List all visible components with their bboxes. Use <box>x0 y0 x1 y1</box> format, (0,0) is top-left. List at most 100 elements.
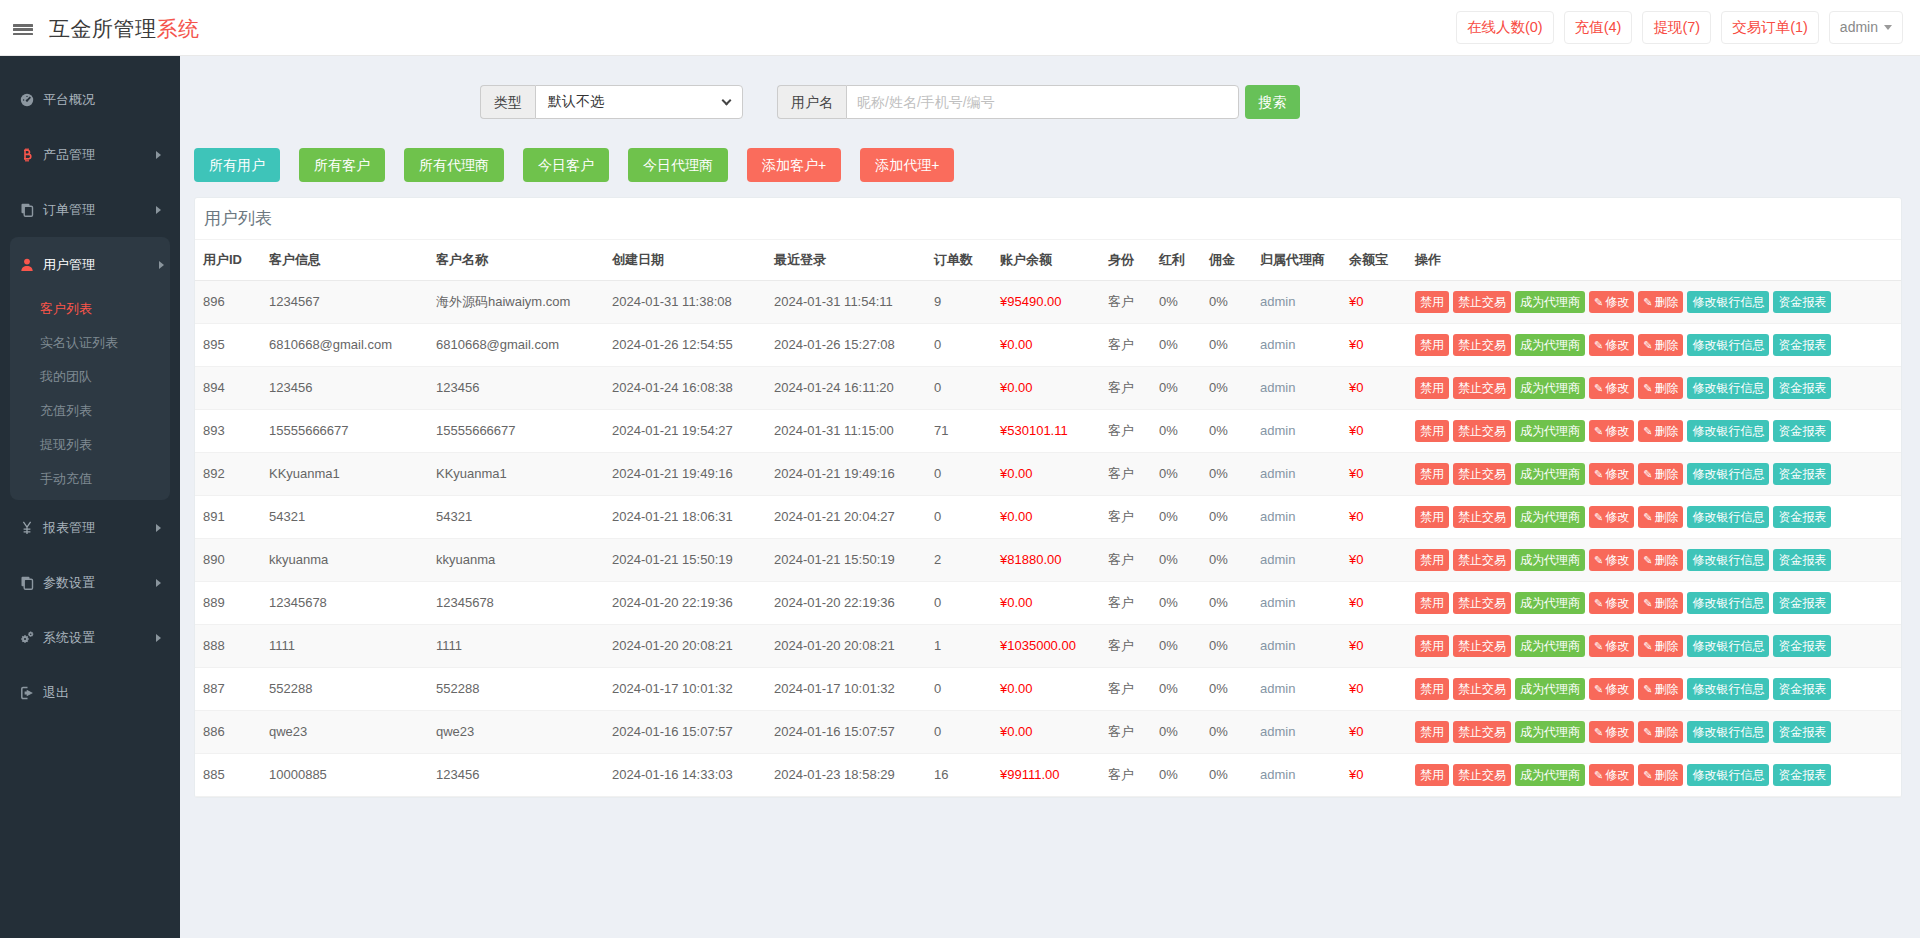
action-1[interactable]: 禁止交易 <box>1453 635 1511 657</box>
sidebar-subitem-3[interactable]: 充值列表 <box>10 394 170 428</box>
action-2[interactable]: 成为代理商 <box>1515 506 1585 528</box>
action-0[interactable]: 禁用 <box>1415 678 1449 700</box>
action-5[interactable]: 修改银行信息 <box>1687 635 1769 657</box>
action-5[interactable]: 修改银行信息 <box>1687 549 1769 571</box>
sidebar-subitem-0[interactable]: 客户列表 <box>10 292 170 326</box>
sidebar-subitem-5[interactable]: 手动充值 <box>10 462 170 496</box>
action-1[interactable]: 禁止交易 <box>1453 506 1511 528</box>
action-4-with-pencil-icon[interactable]: ✎删除 <box>1638 506 1683 528</box>
action-1[interactable]: 禁止交易 <box>1453 463 1511 485</box>
action-1[interactable]: 禁止交易 <box>1453 678 1511 700</box>
toolbar-button-5[interactable]: 添加客户+ <box>747 148 841 182</box>
action-6[interactable]: 资金报表 <box>1773 549 1831 571</box>
action-2[interactable]: 成为代理商 <box>1515 721 1585 743</box>
sidebar-item-0[interactable]: 平台概况 <box>0 72 180 127</box>
action-4-with-pencil-icon[interactable]: ✎删除 <box>1638 420 1683 442</box>
action-5[interactable]: 修改银行信息 <box>1687 420 1769 442</box>
action-6[interactable]: 资金报表 <box>1773 463 1831 485</box>
toolbar-button-4[interactable]: 今日代理商 <box>628 148 728 182</box>
action-2[interactable]: 成为代理商 <box>1515 334 1585 356</box>
action-3-with-pencil-icon[interactable]: ✎修改 <box>1589 635 1634 657</box>
sidebar-subitem-2[interactable]: 我的团队 <box>10 360 170 394</box>
action-1[interactable]: 禁止交易 <box>1453 377 1511 399</box>
action-0[interactable]: 禁用 <box>1415 549 1449 571</box>
action-1[interactable]: 禁止交易 <box>1453 592 1511 614</box>
sidebar-item-6[interactable]: 系统设置 <box>0 610 180 665</box>
action-3-with-pencil-icon[interactable]: ✎修改 <box>1589 463 1634 485</box>
toolbar-button-6[interactable]: 添加代理+ <box>860 148 954 182</box>
action-1[interactable]: 禁止交易 <box>1453 291 1511 313</box>
hamburger-menu-icon[interactable] <box>13 24 33 37</box>
search-button[interactable]: 搜索 <box>1245 85 1300 119</box>
action-3-with-pencil-icon[interactable]: ✎修改 <box>1589 549 1634 571</box>
action-0[interactable]: 禁用 <box>1415 764 1449 786</box>
sidebar-item-1[interactable]: 产品管理 <box>0 127 180 182</box>
action-2[interactable]: 成为代理商 <box>1515 291 1585 313</box>
action-3-with-pencil-icon[interactable]: ✎修改 <box>1589 592 1634 614</box>
action-6[interactable]: 资金报表 <box>1773 291 1831 313</box>
action-3-with-pencil-icon[interactable]: ✎修改 <box>1589 506 1634 528</box>
action-3-with-pencil-icon[interactable]: ✎修改 <box>1589 721 1634 743</box>
topbar-stat-2[interactable]: 提现(7) <box>1642 11 1711 44</box>
topbar-stat-0[interactable]: 在线人数(0) <box>1456 11 1554 44</box>
user-menu[interactable]: admin <box>1829 11 1903 44</box>
action-0[interactable]: 禁用 <box>1415 635 1449 657</box>
action-3-with-pencil-icon[interactable]: ✎修改 <box>1589 764 1634 786</box>
action-4-with-pencil-icon[interactable]: ✎删除 <box>1638 764 1683 786</box>
action-1[interactable]: 禁止交易 <box>1453 334 1511 356</box>
action-2[interactable]: 成为代理商 <box>1515 764 1585 786</box>
action-1[interactable]: 禁止交易 <box>1453 764 1511 786</box>
action-3-with-pencil-icon[interactable]: ✎修改 <box>1589 420 1634 442</box>
action-0[interactable]: 禁用 <box>1415 334 1449 356</box>
action-3-with-pencil-icon[interactable]: ✎修改 <box>1589 678 1634 700</box>
toolbar-button-3[interactable]: 今日客户 <box>523 148 609 182</box>
topbar-stat-3[interactable]: 交易订单(1) <box>1721 11 1819 44</box>
sidebar-subitem-4[interactable]: 提现列表 <box>10 428 170 462</box>
action-5[interactable]: 修改银行信息 <box>1687 291 1769 313</box>
action-1[interactable]: 禁止交易 <box>1453 721 1511 743</box>
action-5[interactable]: 修改银行信息 <box>1687 678 1769 700</box>
action-5[interactable]: 修改银行信息 <box>1687 764 1769 786</box>
sidebar-item-2[interactable]: 订单管理 <box>0 182 180 237</box>
action-2[interactable]: 成为代理商 <box>1515 635 1585 657</box>
action-5[interactable]: 修改银行信息 <box>1687 334 1769 356</box>
action-6[interactable]: 资金报表 <box>1773 377 1831 399</box>
action-2[interactable]: 成为代理商 <box>1515 377 1585 399</box>
action-5[interactable]: 修改银行信息 <box>1687 463 1769 485</box>
sidebar-item-4[interactable]: 报表管理 <box>0 500 180 555</box>
action-1[interactable]: 禁止交易 <box>1453 420 1511 442</box>
username-input[interactable] <box>857 94 1228 110</box>
action-4-with-pencil-icon[interactable]: ✎删除 <box>1638 635 1683 657</box>
action-5[interactable]: 修改银行信息 <box>1687 721 1769 743</box>
action-3-with-pencil-icon[interactable]: ✎修改 <box>1589 291 1634 313</box>
action-6[interactable]: 资金报表 <box>1773 635 1831 657</box>
action-6[interactable]: 资金报表 <box>1773 506 1831 528</box>
action-5[interactable]: 修改银行信息 <box>1687 377 1769 399</box>
action-6[interactable]: 资金报表 <box>1773 420 1831 442</box>
sidebar-item-3[interactable]: 用户管理 <box>10 237 170 292</box>
action-5[interactable]: 修改银行信息 <box>1687 592 1769 614</box>
action-6[interactable]: 资金报表 <box>1773 721 1831 743</box>
action-2[interactable]: 成为代理商 <box>1515 549 1585 571</box>
action-0[interactable]: 禁用 <box>1415 420 1449 442</box>
type-select[interactable]: 默认不选 <box>535 85 743 119</box>
action-0[interactable]: 禁用 <box>1415 592 1449 614</box>
action-2[interactable]: 成为代理商 <box>1515 592 1585 614</box>
action-4-with-pencil-icon[interactable]: ✎删除 <box>1638 463 1683 485</box>
action-4-with-pencil-icon[interactable]: ✎删除 <box>1638 377 1683 399</box>
action-3-with-pencil-icon[interactable]: ✎修改 <box>1589 377 1634 399</box>
toolbar-button-1[interactable]: 所有客户 <box>299 148 385 182</box>
sidebar-item-7[interactable]: 退出 <box>0 665 180 720</box>
action-6[interactable]: 资金报表 <box>1773 764 1831 786</box>
action-1[interactable]: 禁止交易 <box>1453 549 1511 571</box>
action-4-with-pencil-icon[interactable]: ✎删除 <box>1638 592 1683 614</box>
action-0[interactable]: 禁用 <box>1415 377 1449 399</box>
action-5[interactable]: 修改银行信息 <box>1687 506 1769 528</box>
action-2[interactable]: 成为代理商 <box>1515 463 1585 485</box>
action-6[interactable]: 资金报表 <box>1773 678 1831 700</box>
action-2[interactable]: 成为代理商 <box>1515 678 1585 700</box>
toolbar-button-0[interactable]: 所有用户 <box>194 148 280 182</box>
action-4-with-pencil-icon[interactable]: ✎删除 <box>1638 334 1683 356</box>
action-6[interactable]: 资金报表 <box>1773 334 1831 356</box>
action-0[interactable]: 禁用 <box>1415 721 1449 743</box>
